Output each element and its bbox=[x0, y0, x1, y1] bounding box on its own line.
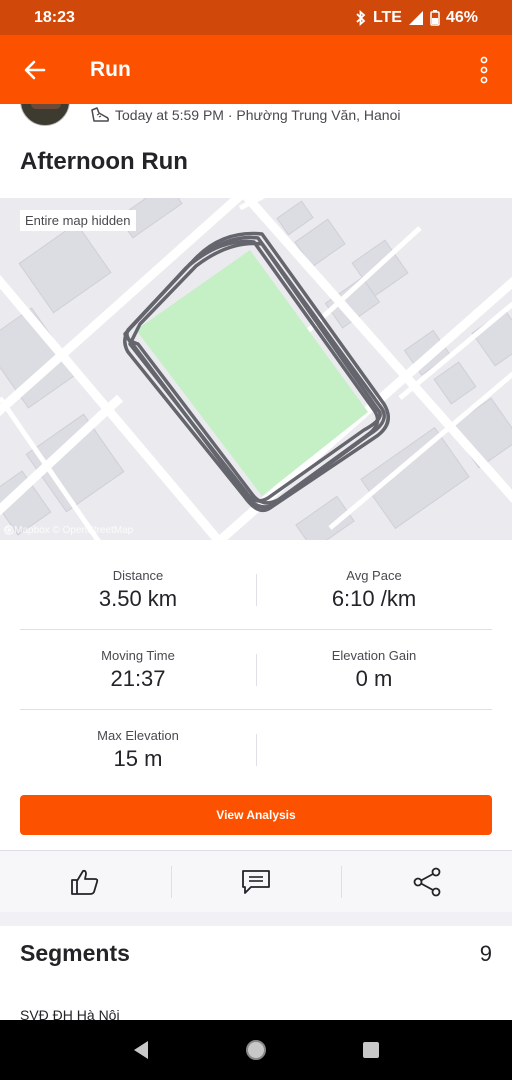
signal-icon bbox=[408, 10, 423, 25]
stat-label: Max Elevation bbox=[97, 728, 179, 743]
activity-meta: Today at 5:59 PM · Phường Trung Văn, Han… bbox=[90, 106, 401, 124]
stat-label: Moving Time bbox=[101, 647, 175, 663]
stats-grid: Distance 3.50 km Avg Pace 6:10 /km Movin… bbox=[20, 550, 492, 790]
stats-row-2: Moving Time 21:37 Elevation Gain 0 m bbox=[20, 630, 492, 710]
back-button[interactable] bbox=[0, 35, 70, 104]
activity-meta-row: Today at 5:59 PM · Phường Trung Văn, Han… bbox=[0, 104, 512, 130]
segments-count: 9 bbox=[479, 940, 492, 966]
kudos-button[interactable] bbox=[0, 851, 171, 913]
comment-icon bbox=[242, 869, 270, 894]
page-title: Run bbox=[90, 57, 131, 81]
running-shoe-icon bbox=[91, 107, 109, 122]
stat-value: 3.50 km bbox=[98, 585, 178, 611]
system-nav-bar bbox=[0, 1020, 512, 1080]
segment-item[interactable]: SVĐ ĐH Hà Nội bbox=[20, 1007, 120, 1020]
more-options-button[interactable] bbox=[456, 35, 512, 104]
network-type: LTE bbox=[372, 8, 402, 26]
avatar[interactable] bbox=[20, 104, 70, 126]
stat-avg-pace: Avg Pace 6:10 /km bbox=[256, 550, 492, 629]
comment-button[interactable] bbox=[170, 851, 342, 913]
view-analysis-button[interactable]: View Analysis bbox=[20, 795, 492, 835]
segments-header[interactable]: Segments 9 bbox=[20, 940, 492, 967]
divider bbox=[256, 734, 257, 766]
route-map[interactable]: Entire map hidden © Mapbox © OpenStreetM… bbox=[0, 198, 512, 540]
recents-square-icon[interactable] bbox=[361, 1040, 381, 1060]
map-graphic bbox=[0, 198, 512, 540]
activity-title: Afternoon Run bbox=[20, 148, 188, 175]
more-vertical-icon bbox=[480, 56, 488, 83]
section-gap bbox=[0, 912, 512, 926]
status-icons: LTE 46% bbox=[355, 9, 478, 27]
divider bbox=[256, 654, 257, 686]
arrow-left-icon bbox=[24, 60, 46, 79]
stat-max-elevation: Max Elevation 15 m bbox=[20, 710, 256, 790]
divider bbox=[256, 574, 257, 606]
activity-date-location: Today at 5:59 PM · Phường Trung Văn, Han… bbox=[115, 107, 401, 123]
mapbox-logo-icon bbox=[4, 525, 14, 535]
social-actions-bar bbox=[0, 850, 512, 912]
battery-icon bbox=[430, 9, 440, 26]
stat-moving-time: Moving Time 21:37 bbox=[20, 630, 256, 709]
stat-label: Elevation Gain bbox=[331, 647, 417, 663]
stat-label: Avg Pace bbox=[346, 567, 402, 583]
stat-value: 6:10 /km bbox=[331, 585, 417, 611]
map-attribution[interactable]: © Mapbox © OpenStreetMap bbox=[4, 525, 133, 536]
stat-distance: Distance 3.50 km bbox=[20, 550, 256, 629]
share-icon bbox=[413, 867, 441, 896]
stats-row-1: Distance 3.50 km Avg Pace 6:10 /km bbox=[20, 550, 492, 630]
stats-row-3: Max Elevation 15 m bbox=[20, 710, 492, 790]
stat-value: 15 m bbox=[113, 746, 163, 771]
segments-title: Segments bbox=[20, 940, 130, 966]
map-hidden-label: Entire map hidden bbox=[20, 210, 136, 231]
status-time: 18:23 bbox=[34, 8, 75, 26]
thumbs-up-icon bbox=[71, 869, 99, 895]
battery-level: 46% bbox=[445, 8, 478, 26]
activity-content[interactable]: Today at 5:59 PM · Phường Trung Văn, Han… bbox=[0, 104, 512, 1020]
back-triangle-icon[interactable] bbox=[131, 1039, 151, 1061]
stat-value: 0 m bbox=[355, 665, 393, 691]
stat-label: Distance bbox=[112, 567, 164, 583]
stat-elevation-gain: Elevation Gain 0 m bbox=[256, 630, 492, 709]
bluetooth-icon bbox=[356, 9, 366, 26]
app-bar: Run bbox=[0, 35, 512, 104]
status-bar: 18:23 LTE 46% bbox=[0, 0, 512, 35]
stat-empty bbox=[256, 710, 492, 790]
home-circle-icon[interactable] bbox=[244, 1038, 268, 1062]
share-button[interactable] bbox=[341, 851, 512, 913]
stat-value: 21:37 bbox=[110, 665, 166, 691]
map-attribution-text: © Mapbox © OpenStreetMap bbox=[4, 525, 134, 536]
